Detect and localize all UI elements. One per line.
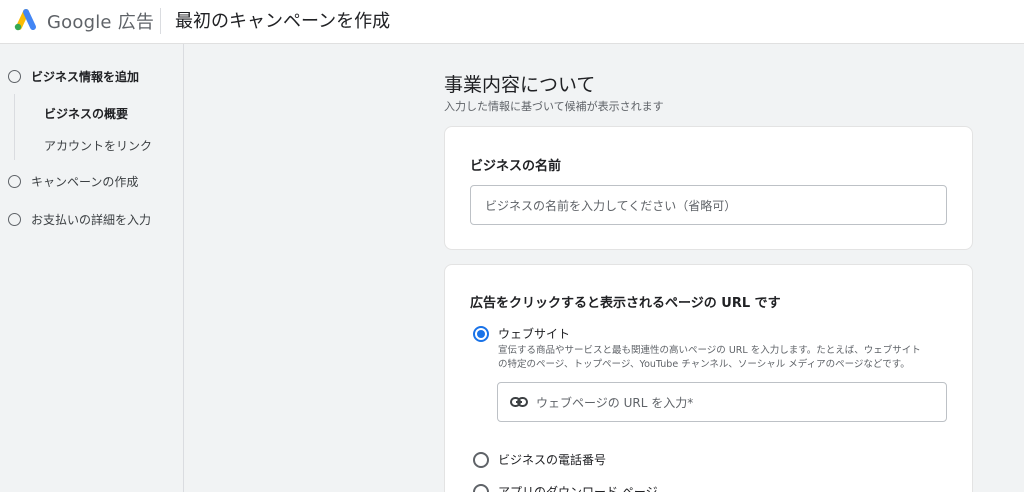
substep-link-account[interactable]: アカウントをリンク (44, 137, 152, 154)
step-payment-details[interactable]: お支払いの詳細を入力 (8, 211, 151, 228)
app-header: Google 広告 最初のキャンペーンを作成 (0, 0, 1024, 44)
step-connector (14, 94, 15, 160)
substep-business-overview[interactable]: ビジネスの概要 (44, 105, 128, 122)
website-description-line1: 宣伝する商品やサービスと最も関連性の高いページの URL を入力します。たとえば… (498, 345, 921, 356)
radio-app-download[interactable] (473, 484, 489, 492)
page-title: 最初のキャンペーンを作成 (175, 11, 391, 32)
radio-phone[interactable] (473, 452, 489, 468)
step-business-info[interactable]: ビジネス情報を追加 (8, 68, 139, 85)
step-label: お支払いの詳細を入力 (31, 213, 152, 227)
business-name-label: ビジネスの名前 (470, 159, 562, 174)
url-input[interactable]: ウェブページの URL を入力* (497, 382, 947, 422)
progress-sidebar: ビジネス情報を追加 ビジネスの概要 アカウントをリンク キャンペーンの作成 お支… (0, 44, 184, 492)
step-label: ビジネス情報を追加 (31, 70, 140, 84)
step-circle-icon (8, 70, 21, 83)
business-name-card: ビジネスの名前 ビジネスの名前を入力してください（省略可） (444, 126, 973, 250)
radio-phone-label[interactable]: ビジネスの電話番号 (498, 451, 606, 468)
brand-ads: 広告 (117, 12, 155, 33)
step-create-campaign[interactable]: キャンペーンの作成 (8, 173, 138, 190)
step-label: キャンペーンの作成 (31, 175, 139, 189)
radio-website[interactable] (473, 326, 489, 342)
section-subtitle: 入力した情報に基づいて候補が表示されます (444, 100, 664, 113)
website-description: 宣伝する商品やサービスと最も関連性の高いページの URL を入力します。たとえば… (498, 344, 948, 372)
url-placeholder: ウェブページの URL を入力* (536, 395, 694, 410)
link-icon (510, 397, 528, 407)
step-circle-icon (8, 213, 21, 226)
radio-app-download-label[interactable]: アプリのダウンロード ページ (498, 483, 658, 492)
destination-label: 広告をクリックすると表示されるページの URL です (470, 296, 781, 311)
google-ads-logo[interactable] (10, 7, 40, 31)
brand-name: Google 広告 (47, 8, 154, 34)
destination-card: 広告をクリックすると表示されるページの URL です ウェブサイト 宣伝する商品… (444, 264, 973, 492)
website-description-line2: の特定のページ、トップページ、YouTube チャンネル、ソーシャル メディアの… (498, 359, 910, 370)
business-name-placeholder: ビジネスの名前を入力してください（省略可） (485, 198, 737, 213)
step-circle-icon (8, 175, 21, 188)
brand-google: Google (47, 12, 112, 33)
header-divider (160, 8, 161, 34)
business-name-input[interactable]: ビジネスの名前を入力してください（省略可） (470, 185, 947, 225)
section-title: 事業内容について (444, 74, 596, 96)
radio-website-label[interactable]: ウェブサイト (498, 325, 570, 342)
